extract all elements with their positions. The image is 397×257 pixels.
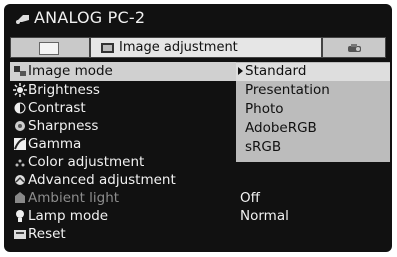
- menu-item-reset[interactable]: Reset: [10, 225, 236, 244]
- menu-item-ambient-light[interactable]: Ambient light: [10, 189, 236, 208]
- menu-item-lamp-mode[interactable]: Lamp mode: [10, 207, 236, 226]
- menu-item-label: Color adjustment: [28, 154, 145, 170]
- projector-menu-window: ANALOG PC-2 Image adjustment Image mode …: [4, 4, 392, 252]
- projector-icon: [348, 44, 361, 52]
- tab-screen[interactable]: [10, 37, 90, 58]
- menu-item-gamma[interactable]: Gamma: [10, 135, 236, 154]
- ambient-light-icon: [15, 192, 25, 203]
- option-presentation[interactable]: Presentation: [236, 82, 390, 100]
- option-photo[interactable]: Photo: [236, 101, 390, 119]
- option-adobergb[interactable]: AdobeRGB: [236, 120, 390, 138]
- image-mode-dropdown[interactable]: Standard Presentation Photo AdobeRGB sRG…: [236, 62, 390, 162]
- gamma-icon: [14, 138, 26, 150]
- color-adjust-icon: [15, 159, 25, 167]
- menu-item-label: Brightness: [28, 82, 100, 98]
- brightness-icon: [13, 83, 27, 97]
- option-label: Presentation: [245, 82, 330, 98]
- advanced-adjust-icon: [15, 175, 25, 185]
- menu-item-sharpness[interactable]: Sharpness: [10, 117, 236, 136]
- lamp-icon: [16, 210, 24, 222]
- menu-item-color-adjustment[interactable]: Color adjustment: [10, 153, 236, 172]
- tab-image-adjustment[interactable]: Image adjustment: [90, 37, 322, 58]
- lamp-mode-value: Normal: [240, 208, 289, 224]
- menu-item-label: Reset: [28, 226, 66, 242]
- tab-bar: Image adjustment: [10, 37, 386, 58]
- menu-item-label: Advanced adjustment: [28, 172, 176, 188]
- tab-projector[interactable]: [322, 37, 386, 58]
- menu-item-contrast[interactable]: Contrast: [10, 99, 236, 118]
- image-adjust-icon: [101, 43, 114, 53]
- menu-item-label: Contrast: [28, 100, 86, 116]
- menu-item-label: Image mode: [28, 63, 113, 79]
- option-standard[interactable]: Standard: [236, 63, 390, 81]
- ambient-light-value: Off: [240, 190, 260, 206]
- option-srgb[interactable]: sRGB: [236, 139, 390, 157]
- title-bar: ANALOG PC-2: [4, 4, 392, 34]
- screen-rect-icon: [39, 42, 59, 55]
- tab-image-adjustment-label: Image adjustment: [119, 40, 238, 55]
- analog-input-icon: [16, 15, 29, 24]
- reset-icon: [14, 230, 26, 239]
- option-label: Photo: [245, 101, 284, 117]
- window-title: ANALOG PC-2: [34, 8, 146, 27]
- contrast-icon: [14, 102, 26, 114]
- option-label: Standard: [245, 63, 307, 79]
- menu-item-brightness[interactable]: Brightness: [10, 81, 236, 100]
- menu-item-label: Sharpness: [28, 118, 99, 134]
- sharpness-icon: [15, 121, 25, 131]
- menu-item-label: Gamma: [28, 136, 82, 152]
- selected-arrow-icon: [238, 67, 243, 75]
- menu-item-label: Ambient light: [28, 190, 120, 206]
- menu-item-label: Lamp mode: [28, 208, 109, 224]
- menu-item-image-mode[interactable]: Image mode: [10, 62, 236, 81]
- option-label: AdobeRGB: [245, 120, 317, 136]
- option-label: sRGB: [245, 139, 282, 155]
- image-mode-icon: [14, 66, 26, 76]
- menu-item-advanced-adjustment[interactable]: Advanced adjustment: [10, 171, 236, 190]
